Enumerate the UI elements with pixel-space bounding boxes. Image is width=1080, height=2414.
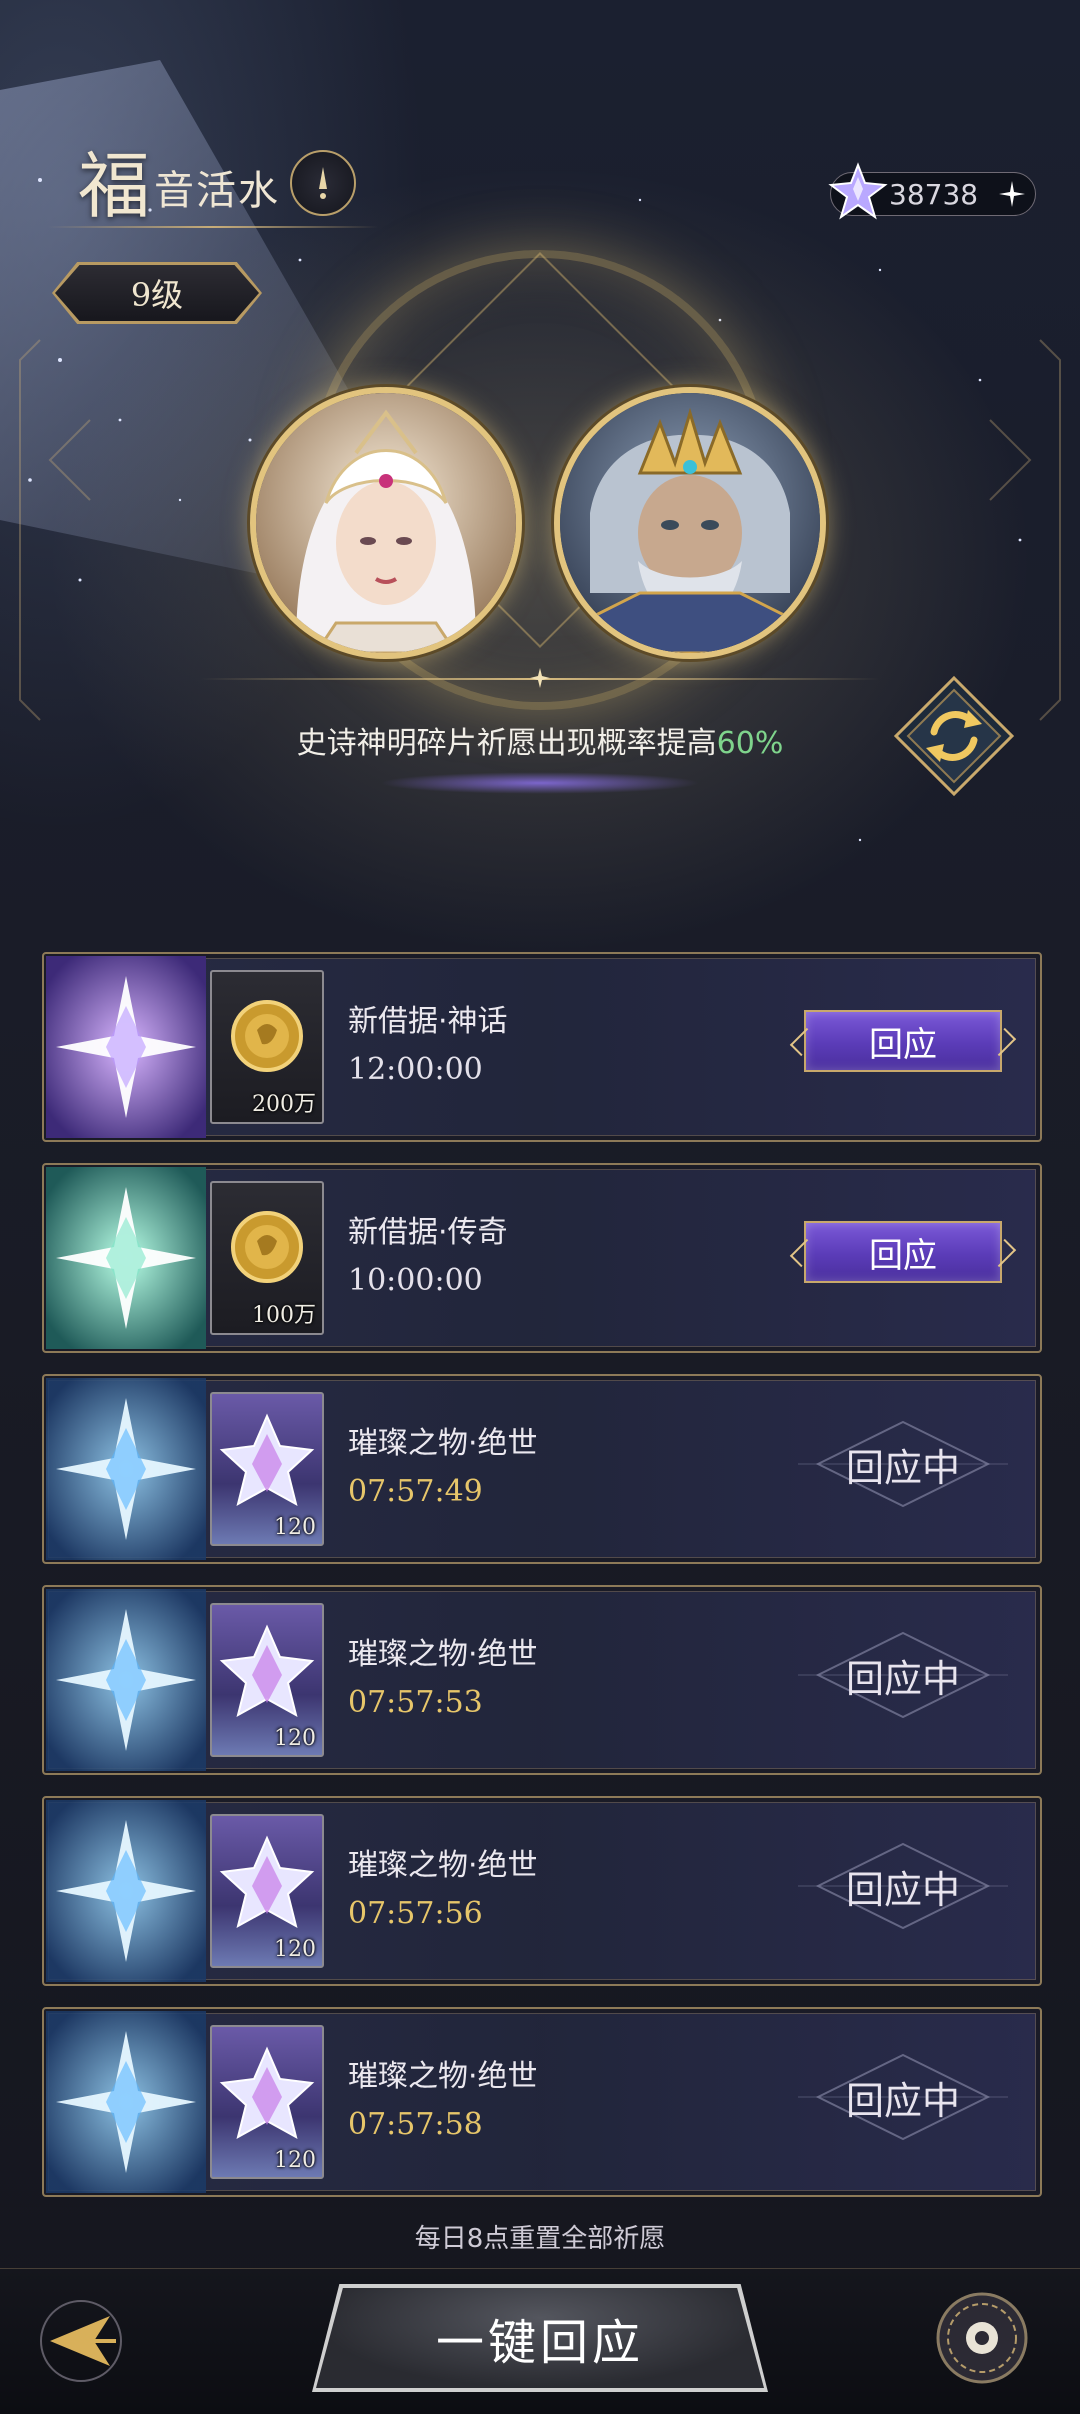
reward-card[interactable]: 120 [210, 1814, 324, 1968]
gear-icon[interactable] [934, 2290, 1030, 2386]
wish-row: 120 璀璨之物·绝世 07:57:49 回应中 [42, 1374, 1042, 1564]
respond-button[interactable]: 回应 [804, 1221, 1002, 1283]
respond-button[interactable]: 回应 [804, 1010, 1002, 1072]
responding-label: 回应中 [845, 1656, 960, 1701]
mythic-star-emblem [46, 956, 206, 1138]
refresh-button[interactable] [890, 672, 1018, 800]
reward-quantity: 120 [274, 1515, 316, 1540]
wish-name: 璀璨之物·绝世 [348, 1637, 538, 1672]
add-currency-icon[interactable] [997, 179, 1027, 209]
back-arrow-icon[interactable] [36, 2296, 126, 2386]
wish-duration: 12:00:00 [348, 1052, 483, 1087]
peerless-star-emblem [46, 1589, 206, 1771]
event-title-first-char: 福 [78, 144, 151, 228]
god-portrait-art [560, 393, 820, 653]
legendary-star-emblem [46, 1167, 206, 1349]
wish-countdown: 07:57:58 [348, 2107, 483, 2142]
exclamation-icon [319, 167, 327, 199]
responding-status: 回应中 [798, 2047, 1008, 2147]
reward-quantity: 120 [274, 2148, 316, 2173]
level-badge: 9级 [52, 262, 262, 324]
level-label: 9级 [55, 265, 259, 321]
reward-card[interactable]: 200万 [210, 970, 324, 1124]
respond-all-button[interactable]: 一键回应 [312, 2284, 768, 2392]
currency-amount: 38738 [889, 177, 979, 211]
crystal-currency-counter: 38738 [828, 162, 1036, 220]
wish-name: 新借据·传奇 [348, 1215, 508, 1250]
wish-countdown: 07:57:49 [348, 1474, 483, 1509]
sparkle-icon [530, 668, 550, 688]
reward-card[interactable]: 100万 [210, 1181, 324, 1335]
wish-name: 璀璨之物·绝世 [348, 1426, 538, 1461]
goddess-portrait[interactable] [250, 387, 522, 659]
crystal-icon [828, 162, 888, 220]
wish-name: 新借据·神话 [348, 1004, 508, 1039]
responding-status: 回应中 [798, 1414, 1008, 1514]
responding-label: 回应中 [845, 2078, 960, 2123]
wish-row: 100万 新借据·传奇 10:00:00 回应 [42, 1163, 1042, 1353]
wish-row: 120 璀璨之物·绝世 07:57:56 回应中 [42, 1796, 1042, 1986]
responding-status: 回应中 [798, 1625, 1008, 1725]
game-screen: 福 音活水 9级 38738 史诗神明碎片祈愿出现概率提高60% 200万 新借… [0, 0, 1080, 2414]
reward-quantity: 120 [274, 1726, 316, 1751]
reward-quantity: 100万 [252, 1303, 316, 1328]
reward-quantity: 200万 [252, 1092, 316, 1117]
responding-status: 回应中 [798, 1836, 1008, 1936]
wish-row: 120 璀璨之物·绝世 07:57:58 回应中 [42, 2007, 1042, 2197]
peerless-star-emblem [46, 2011, 206, 2193]
title-divider [48, 226, 378, 228]
daily-reset-note: 每日8点重置全部祈愿 [414, 2224, 666, 2254]
respond-all-label: 一键回应 [316, 2288, 764, 2388]
info-button[interactable] [290, 150, 356, 216]
reward-card[interactable]: 120 [210, 1603, 324, 1757]
goddess-portrait-art [256, 393, 516, 653]
wish-name: 璀璨之物·绝世 [348, 1848, 538, 1883]
peerless-star-emblem [46, 1800, 206, 1982]
event-title: 福 音活水 [78, 150, 280, 222]
wish-name: 璀璨之物·绝世 [348, 2059, 538, 2094]
boost-text-label: 史诗神明碎片祈愿出现概率提高 [296, 726, 717, 761]
boost-glow [380, 772, 700, 794]
wish-duration: 10:00:00 [348, 1263, 483, 1298]
boost-percent: 60% [716, 726, 784, 761]
responding-label: 回应中 [845, 1867, 960, 1912]
wish-countdown: 07:57:56 [348, 1896, 483, 1931]
wish-row: 120 璀璨之物·绝世 07:57:53 回应中 [42, 1585, 1042, 1775]
reward-quantity: 120 [274, 1937, 316, 1962]
reward-card[interactable]: 120 [210, 2025, 324, 2179]
responding-label: 回应中 [845, 1445, 960, 1490]
reward-card[interactable]: 120 [210, 1392, 324, 1546]
peerless-star-emblem [46, 1378, 206, 1560]
event-title-rest: 音活水 [154, 168, 281, 214]
wish-list: 200万 新借据·神话 12:00:00 回应 100万 新借据·传奇 10:0… [42, 952, 1042, 2218]
god-portrait[interactable] [554, 387, 826, 659]
wish-row: 200万 新借据·神话 12:00:00 回应 [42, 952, 1042, 1142]
wish-countdown: 07:57:53 [348, 1685, 483, 1720]
